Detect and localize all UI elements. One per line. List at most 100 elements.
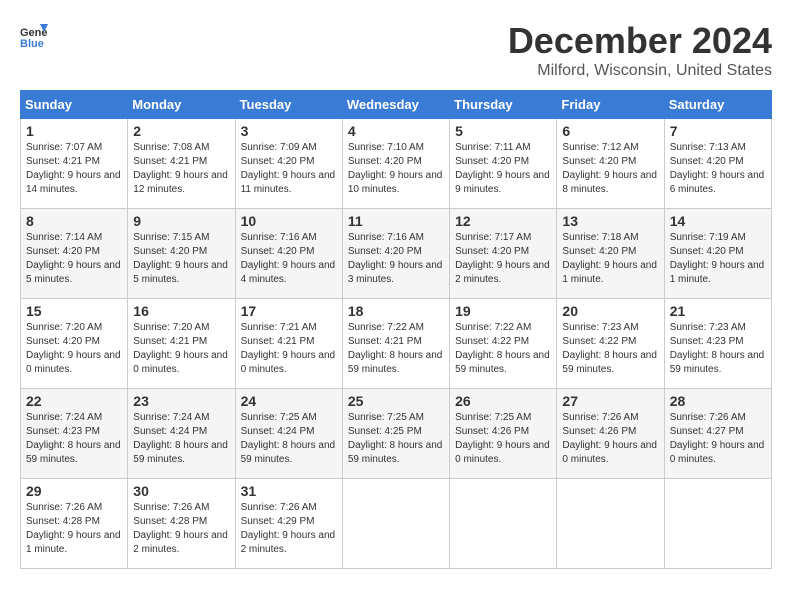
day-number: 30 [133, 483, 229, 499]
day-info: Sunrise: 7:24 AMSunset: 4:24 PMDaylight:… [133, 411, 229, 467]
day-info: Sunrise: 7:21 AMSunset: 4:21 PMDaylight:… [241, 321, 337, 377]
calendar-day-cell: 4 Sunrise: 7:10 AMSunset: 4:20 PMDayligh… [342, 119, 449, 209]
day-info: Sunrise: 7:16 AMSunset: 4:20 PMDaylight:… [348, 231, 444, 287]
calendar-day-cell: 30 Sunrise: 7:26 AMSunset: 4:28 PMDaylig… [128, 479, 235, 569]
logo-icon: General Blue [20, 20, 48, 48]
day-info: Sunrise: 7:19 AMSunset: 4:20 PMDaylight:… [670, 231, 766, 287]
day-number: 6 [562, 123, 658, 139]
calendar-day-cell [557, 479, 664, 569]
calendar-day-cell: 27 Sunrise: 7:26 AMSunset: 4:26 PMDaylig… [557, 389, 664, 479]
calendar-day-cell: 31 Sunrise: 7:26 AMSunset: 4:29 PMDaylig… [235, 479, 342, 569]
day-number: 17 [241, 303, 337, 319]
day-info: Sunrise: 7:08 AMSunset: 4:21 PMDaylight:… [133, 141, 229, 197]
calendar-day-cell: 11 Sunrise: 7:16 AMSunset: 4:20 PMDaylig… [342, 209, 449, 299]
calendar-day-cell: 29 Sunrise: 7:26 AMSunset: 4:28 PMDaylig… [21, 479, 128, 569]
day-info: Sunrise: 7:26 AMSunset: 4:26 PMDaylight:… [562, 411, 658, 467]
logo: General Blue [20, 20, 48, 48]
calendar-week-row: 15 Sunrise: 7:20 AMSunset: 4:20 PMDaylig… [21, 299, 772, 389]
day-number: 20 [562, 303, 658, 319]
calendar-day-cell: 9 Sunrise: 7:15 AMSunset: 4:20 PMDayligh… [128, 209, 235, 299]
month-title: December 2024 [508, 20, 772, 62]
day-info: Sunrise: 7:16 AMSunset: 4:20 PMDaylight:… [241, 231, 337, 287]
day-number: 5 [455, 123, 551, 139]
day-number: 19 [455, 303, 551, 319]
day-info: Sunrise: 7:20 AMSunset: 4:20 PMDaylight:… [26, 321, 122, 377]
day-number: 8 [26, 213, 122, 229]
day-info: Sunrise: 7:07 AMSunset: 4:21 PMDaylight:… [26, 141, 122, 197]
calendar-day-cell: 23 Sunrise: 7:24 AMSunset: 4:24 PMDaylig… [128, 389, 235, 479]
day-number: 31 [241, 483, 337, 499]
day-info: Sunrise: 7:11 AMSunset: 4:20 PMDaylight:… [455, 141, 551, 197]
calendar-day-cell: 5 Sunrise: 7:11 AMSunset: 4:20 PMDayligh… [450, 119, 557, 209]
day-number: 27 [562, 393, 658, 409]
day-number: 11 [348, 213, 444, 229]
calendar-header-cell: Saturday [664, 91, 771, 119]
calendar-day-cell [664, 479, 771, 569]
day-info: Sunrise: 7:10 AMSunset: 4:20 PMDaylight:… [348, 141, 444, 197]
calendar-day-cell: 21 Sunrise: 7:23 AMSunset: 4:23 PMDaylig… [664, 299, 771, 389]
svg-text:Blue: Blue [20, 38, 44, 48]
day-number: 13 [562, 213, 658, 229]
calendar-day-cell: 22 Sunrise: 7:24 AMSunset: 4:23 PMDaylig… [21, 389, 128, 479]
calendar-day-cell: 2 Sunrise: 7:08 AMSunset: 4:21 PMDayligh… [128, 119, 235, 209]
day-info: Sunrise: 7:25 AMSunset: 4:24 PMDaylight:… [241, 411, 337, 467]
calendar-day-cell [450, 479, 557, 569]
location-title: Milford, Wisconsin, United States [508, 62, 772, 80]
calendar-day-cell: 10 Sunrise: 7:16 AMSunset: 4:20 PMDaylig… [235, 209, 342, 299]
day-number: 29 [26, 483, 122, 499]
calendar-day-cell [342, 479, 449, 569]
calendar-day-cell: 20 Sunrise: 7:23 AMSunset: 4:22 PMDaylig… [557, 299, 664, 389]
day-number: 3 [241, 123, 337, 139]
calendar-header-row: SundayMondayTuesdayWednesdayThursdayFrid… [21, 91, 772, 119]
calendar-day-cell: 3 Sunrise: 7:09 AMSunset: 4:20 PMDayligh… [235, 119, 342, 209]
day-info: Sunrise: 7:22 AMSunset: 4:21 PMDaylight:… [348, 321, 444, 377]
calendar-day-cell: 8 Sunrise: 7:14 AMSunset: 4:20 PMDayligh… [21, 209, 128, 299]
calendar-day-cell: 6 Sunrise: 7:12 AMSunset: 4:20 PMDayligh… [557, 119, 664, 209]
day-number: 28 [670, 393, 766, 409]
calendar-day-cell: 17 Sunrise: 7:21 AMSunset: 4:21 PMDaylig… [235, 299, 342, 389]
day-info: Sunrise: 7:12 AMSunset: 4:20 PMDaylight:… [562, 141, 658, 197]
day-number: 4 [348, 123, 444, 139]
calendar-week-row: 8 Sunrise: 7:14 AMSunset: 4:20 PMDayligh… [21, 209, 772, 299]
day-info: Sunrise: 7:15 AMSunset: 4:20 PMDaylight:… [133, 231, 229, 287]
day-info: Sunrise: 7:26 AMSunset: 4:29 PMDaylight:… [241, 501, 337, 557]
calendar-header-cell: Tuesday [235, 91, 342, 119]
day-info: Sunrise: 7:23 AMSunset: 4:22 PMDaylight:… [562, 321, 658, 377]
calendar-day-cell: 28 Sunrise: 7:26 AMSunset: 4:27 PMDaylig… [664, 389, 771, 479]
day-info: Sunrise: 7:25 AMSunset: 4:25 PMDaylight:… [348, 411, 444, 467]
day-number: 7 [670, 123, 766, 139]
calendar-header-cell: Sunday [21, 91, 128, 119]
day-number: 12 [455, 213, 551, 229]
calendar-day-cell: 7 Sunrise: 7:13 AMSunset: 4:20 PMDayligh… [664, 119, 771, 209]
day-number: 24 [241, 393, 337, 409]
day-number: 9 [133, 213, 229, 229]
calendar-day-cell: 13 Sunrise: 7:18 AMSunset: 4:20 PMDaylig… [557, 209, 664, 299]
day-number: 14 [670, 213, 766, 229]
day-number: 10 [241, 213, 337, 229]
day-info: Sunrise: 7:09 AMSunset: 4:20 PMDaylight:… [241, 141, 337, 197]
day-number: 21 [670, 303, 766, 319]
day-info: Sunrise: 7:24 AMSunset: 4:23 PMDaylight:… [26, 411, 122, 467]
title-area: December 2024 Milford, Wisconsin, United… [508, 20, 772, 80]
calendar-header-cell: Friday [557, 91, 664, 119]
day-number: 2 [133, 123, 229, 139]
day-info: Sunrise: 7:26 AMSunset: 4:27 PMDaylight:… [670, 411, 766, 467]
day-info: Sunrise: 7:26 AMSunset: 4:28 PMDaylight:… [133, 501, 229, 557]
day-number: 23 [133, 393, 229, 409]
calendar-week-row: 1 Sunrise: 7:07 AMSunset: 4:21 PMDayligh… [21, 119, 772, 209]
day-info: Sunrise: 7:22 AMSunset: 4:22 PMDaylight:… [455, 321, 551, 377]
day-number: 15 [26, 303, 122, 319]
calendar-day-cell: 1 Sunrise: 7:07 AMSunset: 4:21 PMDayligh… [21, 119, 128, 209]
day-number: 18 [348, 303, 444, 319]
calendar-body: 1 Sunrise: 7:07 AMSunset: 4:21 PMDayligh… [21, 119, 772, 569]
day-number: 22 [26, 393, 122, 409]
day-number: 26 [455, 393, 551, 409]
day-info: Sunrise: 7:26 AMSunset: 4:28 PMDaylight:… [26, 501, 122, 557]
calendar-table: SundayMondayTuesdayWednesdayThursdayFrid… [20, 90, 772, 569]
day-number: 25 [348, 393, 444, 409]
day-info: Sunrise: 7:13 AMSunset: 4:20 PMDaylight:… [670, 141, 766, 197]
calendar-day-cell: 16 Sunrise: 7:20 AMSunset: 4:21 PMDaylig… [128, 299, 235, 389]
day-info: Sunrise: 7:25 AMSunset: 4:26 PMDaylight:… [455, 411, 551, 467]
calendar-header-cell: Wednesday [342, 91, 449, 119]
day-number: 1 [26, 123, 122, 139]
